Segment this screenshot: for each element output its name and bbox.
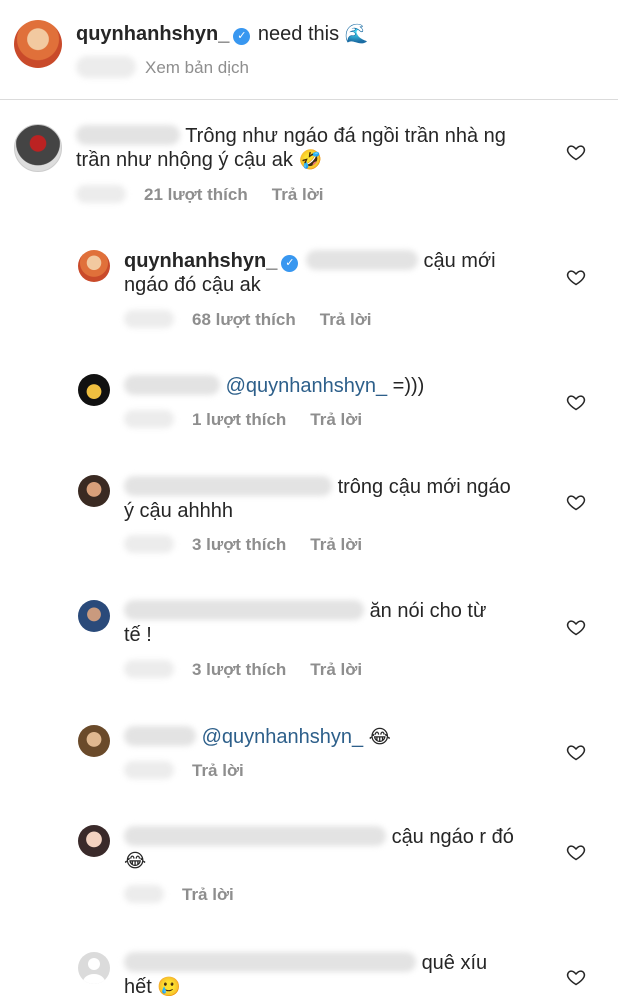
avatar[interactable] xyxy=(78,250,110,282)
comment-text: ăn nói cho từ tế ! xyxy=(124,600,487,646)
comment-meta: 3 lượt thích Trả lời xyxy=(124,660,362,680)
reply-button[interactable]: Trả lời xyxy=(310,535,362,554)
comment-text: trông cậu mới ngáo ý cậu ahhhh xyxy=(124,476,511,522)
caption-text: need this xyxy=(257,23,340,45)
mention-link[interactable]: @quynhanhshyn_ xyxy=(226,375,388,397)
like-count[interactable]: 68 lượt thích xyxy=(192,310,296,329)
reply-button[interactable]: Trả lời xyxy=(182,885,234,904)
avatar[interactable] xyxy=(78,475,110,507)
translate-link[interactable]: Xem bản dịch xyxy=(145,58,249,78)
like-count[interactable]: 3 lượt thích xyxy=(192,660,286,679)
reply-button[interactable]: Trả lời xyxy=(320,310,372,329)
heart-icon[interactable] xyxy=(566,492,586,512)
caption-username[interactable]: quynhanhshyn_ xyxy=(76,23,229,45)
avatar[interactable] xyxy=(14,124,62,172)
blurred-username xyxy=(124,826,386,846)
avatar[interactable] xyxy=(14,20,62,68)
comment-text: quê xíu hết 🥲 xyxy=(124,952,488,998)
like-count[interactable]: 3 lượt thích xyxy=(192,535,286,554)
default-avatar-icon xyxy=(83,958,105,984)
caption-line: quynhanhshyn_ ✓ need this 🌊 xyxy=(76,22,368,46)
comment-text: quynhanhshyn_ ✓ cậu mới ngáo đó cậu ak xyxy=(124,250,496,296)
like-count[interactable]: 1 lượt thích xyxy=(192,410,286,429)
rofl-emoji: 🤣 xyxy=(298,150,323,171)
comment-text: cậu ngáo r đó 😂 xyxy=(124,826,514,872)
comment-meta: Trả lời xyxy=(124,761,244,781)
reply-button[interactable]: Trả lời xyxy=(310,660,362,679)
blurred-username xyxy=(124,726,196,746)
avatar[interactable] xyxy=(78,952,110,984)
blurred-mention xyxy=(305,250,418,270)
blurred-username xyxy=(76,125,180,145)
reply-button[interactable]: Trả lời xyxy=(310,410,362,429)
comment-meta: Trả lời xyxy=(124,885,234,905)
avatar[interactable] xyxy=(78,600,110,632)
comment-text: Trông như ngáo đá ngồi trần nhà ng trần … xyxy=(76,125,506,171)
avatar[interactable] xyxy=(78,374,110,406)
blurred-timestamp xyxy=(76,56,136,78)
heart-icon[interactable] xyxy=(566,392,586,412)
reply-button[interactable]: Trả lời xyxy=(272,185,324,204)
blurred-username xyxy=(124,600,364,620)
blurred-username xyxy=(124,952,416,972)
smiling-tear-emoji: 🥲 xyxy=(157,977,182,998)
heart-icon[interactable] xyxy=(566,142,586,162)
avatar[interactable] xyxy=(78,825,110,857)
heart-icon[interactable] xyxy=(566,842,586,862)
heart-icon[interactable] xyxy=(566,267,586,287)
comment-text: @quynhanhshyn_ =))) xyxy=(124,374,544,398)
verified-badge-icon: ✓ xyxy=(233,28,251,45)
comment-meta: 68 lượt thích Trả lời xyxy=(124,310,372,330)
heart-icon[interactable] xyxy=(566,967,586,987)
mention-link[interactable]: @quynhanhshyn_ xyxy=(202,726,364,748)
blurred-username xyxy=(124,476,332,496)
verified-badge-icon: ✓ xyxy=(281,255,299,272)
comment-text: @quynhanhshyn_ 😂 xyxy=(124,725,544,750)
avatar[interactable] xyxy=(78,725,110,757)
joy-emoji: 😂 xyxy=(368,727,391,748)
wave-emoji: 🌊 xyxy=(344,24,369,45)
comment-meta: 1 lượt thích Trả lời xyxy=(124,410,362,430)
comment-meta: 3 lượt thích Trả lời xyxy=(124,535,362,555)
blurred-username xyxy=(124,375,220,395)
heart-icon[interactable] xyxy=(566,742,586,762)
joy-emoji: 😂 xyxy=(124,851,147,872)
comment-username[interactable]: quynhanhshyn_ xyxy=(124,250,277,272)
heart-icon[interactable] xyxy=(566,617,586,637)
reply-button[interactable]: Trả lời xyxy=(192,761,244,780)
like-count[interactable]: 21 lượt thích xyxy=(144,185,248,204)
comment-meta: 21 lượt thích Trả lời xyxy=(76,185,324,205)
caption-section: quynhanhshyn_ ✓ need this 🌊 Xem bản dịch xyxy=(0,0,618,100)
